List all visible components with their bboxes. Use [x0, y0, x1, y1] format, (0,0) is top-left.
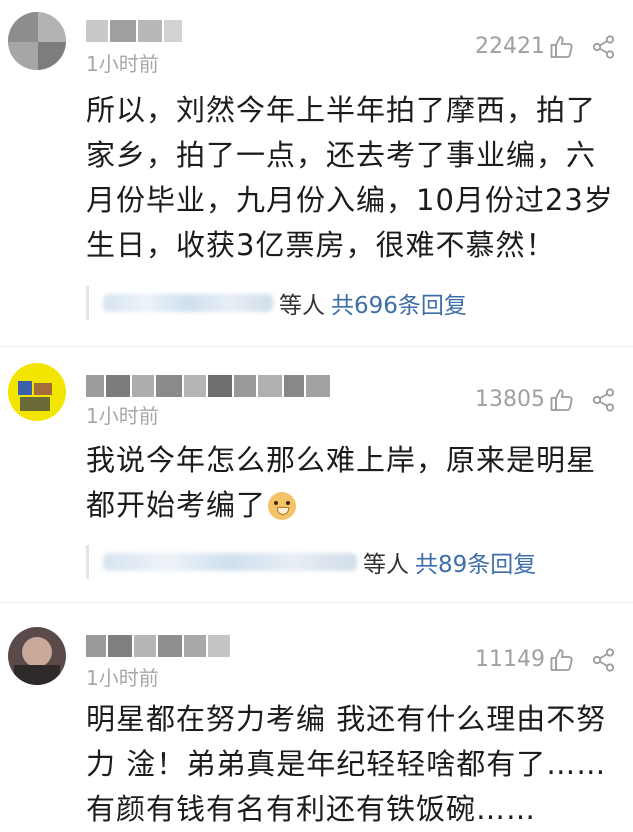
- blurred-replier-names: [103, 553, 357, 571]
- reply-count-link[interactable]: 共89条回复: [415, 545, 536, 579]
- thumbs-up-icon[interactable]: [549, 647, 575, 673]
- username[interactable]: [86, 375, 330, 397]
- blurred-replier-names: [103, 294, 273, 312]
- avatar[interactable]: [8, 363, 66, 421]
- reply-suffix: 等人: [363, 552, 409, 578]
- reply-preview[interactable]: 等人 共89条回复: [86, 543, 536, 581]
- thumbs-up-icon[interactable]: [549, 387, 575, 413]
- comment-time: 1小时前: [86, 404, 159, 428]
- comment-item: 1小时前 22421 所以，刘然今年上半年拍了摩西，拍了家乡，拍了一点，还去考了…: [0, 0, 633, 345]
- comment-text: 我说今年怎么那么难上岸，原来是明星都开始考编了: [86, 438, 615, 528]
- comment-text: 所以，刘然今年上半年拍了摩西，拍了家乡，拍了一点，还去考了事业编，六月份毕业，九…: [86, 93, 614, 262]
- username[interactable]: [86, 20, 182, 42]
- avatar[interactable]: [8, 627, 66, 685]
- comment-text-content: 我说今年怎么那么难上岸，原来是明星都开始考编了: [86, 443, 597, 522]
- like-count: 22421: [475, 34, 545, 59]
- avatar[interactable]: [8, 12, 66, 70]
- reply-preview[interactable]: 等人 共696条回复: [86, 284, 467, 322]
- share-icon[interactable]: [591, 387, 617, 413]
- like-count: 11149: [475, 647, 545, 672]
- reply-bar: [86, 286, 89, 320]
- doge-emoji-icon: [268, 492, 297, 520]
- comment-text: 明星都在努力考编 我还有什么理由不努力 淦！弟弟真是年纪轻轻啥都有了……有颜有钱…: [86, 702, 607, 826]
- reply-bar: [86, 545, 89, 579]
- share-icon[interactable]: [591, 647, 617, 673]
- like-count: 13805: [475, 387, 545, 412]
- reply-suffix: 等人: [279, 293, 325, 319]
- comment-item: 1小时前 13805 我说今年怎么那么难上岸，原来是明星都开始考编了 等人 共8…: [0, 347, 633, 600]
- comment-time: 1小时前: [86, 52, 159, 76]
- share-icon[interactable]: [591, 34, 617, 60]
- thumbs-up-icon[interactable]: [549, 34, 575, 60]
- comment-time: 1小时前: [86, 666, 159, 690]
- comment-item: 1小时前 11149 明星都在努力考编 我还有什么理由不努力 淦！弟弟真是年纪轻…: [0, 603, 633, 830]
- username[interactable]: [86, 635, 230, 657]
- reply-count-link[interactable]: 共696条回复: [331, 286, 467, 320]
